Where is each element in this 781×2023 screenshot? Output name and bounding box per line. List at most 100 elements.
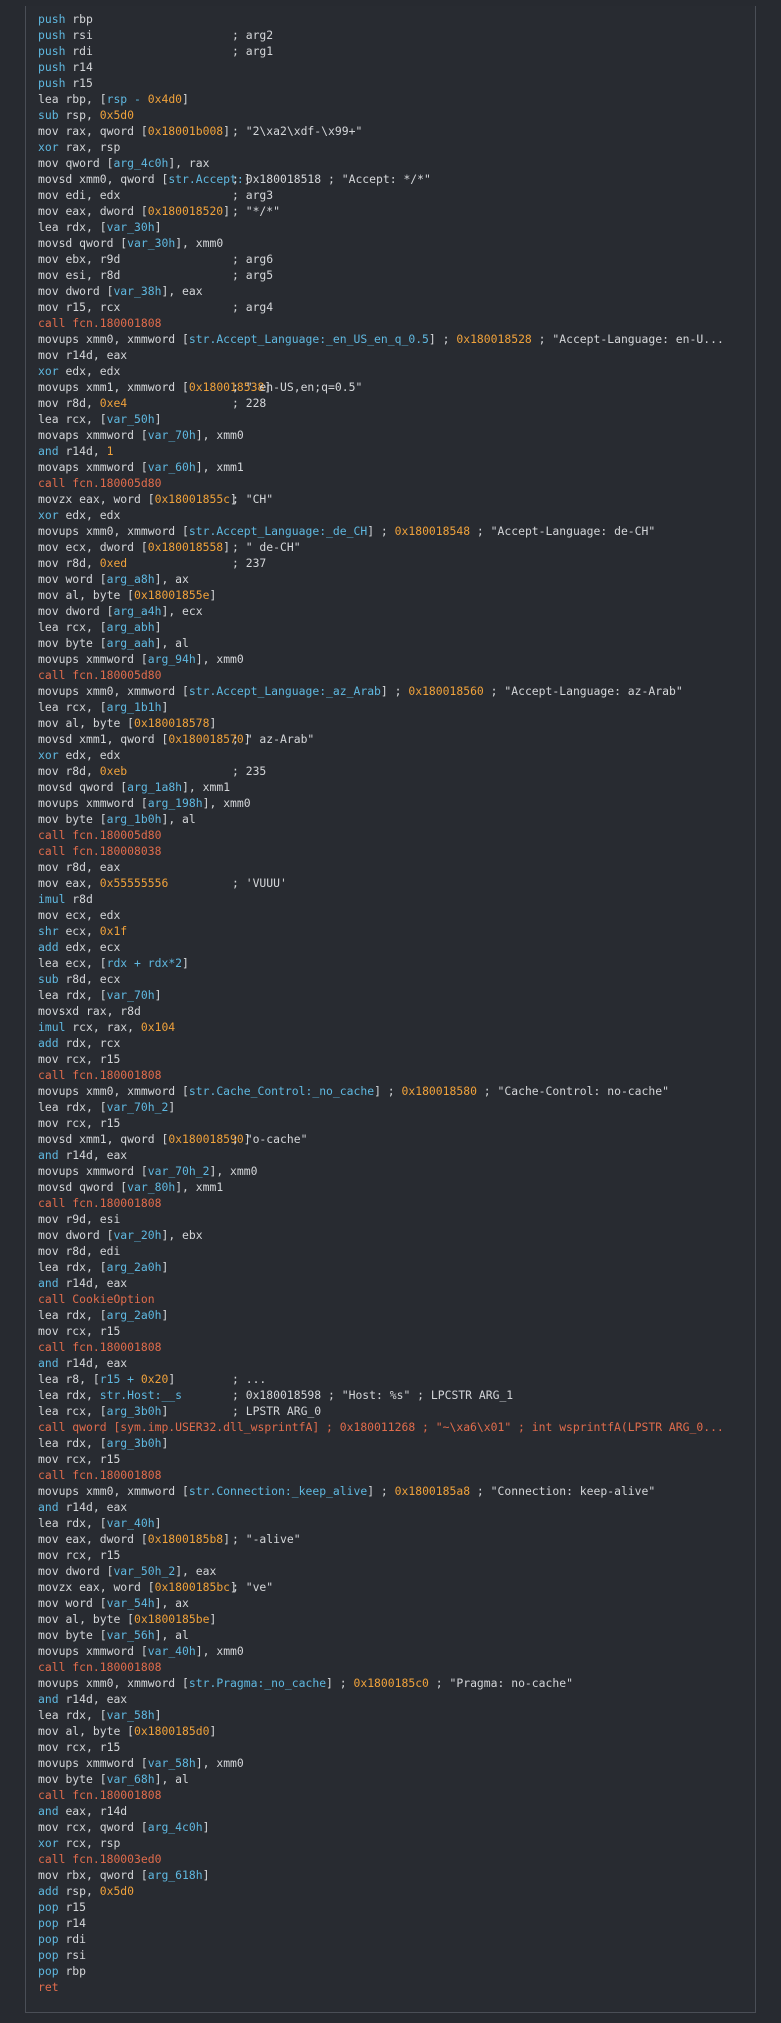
code-line[interactable]: push rdi ; arg1 <box>38 43 750 59</box>
code-line[interactable]: call fcn.180001808 <box>38 1067 750 1083</box>
code-line[interactable]: movaps xmmword [var_70h], xmm0 <box>38 427 750 443</box>
code-line[interactable]: shr ecx, 0x1f <box>38 923 750 939</box>
code-line[interactable]: sub r8d, ecx <box>38 971 750 987</box>
code-line[interactable]: push r15 <box>38 75 750 91</box>
assembly-listing[interactable]: push rbp push rsi; arg2 push rdi; arg1 push… <box>38 11 750 1995</box>
code-line[interactable]: movups xmmword [arg_198h], xmm0 <box>38 795 750 811</box>
code-line[interactable]: mov ecx, dword [0x180018558]; " de-CH" <box>38 539 750 555</box>
code-line[interactable]: lea rdx, [var_58h] <box>38 1707 750 1723</box>
code-line[interactable]: lea rdx, [var_70h] <box>38 987 750 1003</box>
code-line[interactable]: movups xmm0, xmmword [str.Accept_Languag… <box>38 683 750 699</box>
code-line[interactable]: mov eax, 0x55555556 ; 'VUUU' <box>38 875 750 891</box>
code-line[interactable]: and r14d, eax <box>38 1275 750 1291</box>
code-line[interactable]: xor rax, rsp <box>38 139 750 155</box>
code-line[interactable]: movsd xmm0, qword [str.Accept:]; 0x18001… <box>38 171 750 187</box>
code-line[interactable]: mov r9d, esi <box>38 1211 750 1227</box>
code-line[interactable]: lea ecx, [rdx + rdx*2] <box>38 955 750 971</box>
code-line[interactable]: mov byte [arg_aah], al <box>38 635 750 651</box>
code-line[interactable]: mov r8d, 0xed ; 237 <box>38 555 750 571</box>
code-line[interactable]: imul rcx, rax, 0x104 <box>38 1019 750 1035</box>
code-line[interactable]: mov dword [var_20h], ebx <box>38 1227 750 1243</box>
code-line[interactable]: call fcn.180001808 <box>38 1195 750 1211</box>
code-line[interactable]: mov dword [var_50h_2], eax <box>38 1563 750 1579</box>
code-line[interactable]: xor edx, edx <box>38 363 750 379</box>
code-line[interactable]: pop r15 <box>38 1899 750 1915</box>
code-line[interactable]: movaps xmmword [var_60h], xmm1 <box>38 459 750 475</box>
code-line[interactable]: lea r8, [r15 + 0x20] ; ... <box>38 1371 750 1387</box>
code-line[interactable]: movups xmm0, xmmword [str.Connection:_ke… <box>38 1483 750 1499</box>
code-line[interactable]: mov rcx, r15 <box>38 1323 750 1339</box>
code-line[interactable]: mov rcx, r15 <box>38 1115 750 1131</box>
code-line[interactable]: lea rcx, [var_50h] <box>38 411 750 427</box>
code-line[interactable]: call fcn.180005d80 <box>38 475 750 491</box>
code-line[interactable]: mov rcx, r15 <box>38 1739 750 1755</box>
code-line[interactable]: lea rdx, [var_40h] <box>38 1515 750 1531</box>
code-line[interactable]: mov byte [var_56h], al <box>38 1627 750 1643</box>
code-line[interactable]: mov esi, r8d ; arg5 <box>38 267 750 283</box>
code-line[interactable]: add edx, ecx <box>38 939 750 955</box>
code-line[interactable]: call fcn.180005d80 <box>38 667 750 683</box>
code-line[interactable]: xor rcx, rsp <box>38 1835 750 1851</box>
code-line[interactable]: add rsp, 0x5d0 <box>38 1883 750 1899</box>
code-line[interactable]: mov qword [arg_4c0h], rax <box>38 155 750 171</box>
code-line[interactable]: mov byte [var_68h], al <box>38 1771 750 1787</box>
code-line[interactable]: mov eax, dword [0x1800185b8]; "-alive" <box>38 1531 750 1547</box>
code-line[interactable]: movups xmm0, xmmword [str.Accept_Languag… <box>38 331 750 347</box>
code-line[interactable]: and r14d, eax <box>38 1355 750 1371</box>
code-line[interactable]: movups xmm0, xmmword [str.Cache_Control:… <box>38 1083 750 1099</box>
code-line[interactable]: mov rcx, r15 <box>38 1451 750 1467</box>
code-line[interactable]: sub rsp, 0x5d0 <box>38 107 750 123</box>
code-line[interactable]: mov rcx, qword [arg_4c0h] <box>38 1819 750 1835</box>
code-line[interactable]: movsxd rax, r8d <box>38 1003 750 1019</box>
code-line[interactable]: lea rcx, [arg_abh] <box>38 619 750 635</box>
code-line[interactable]: mov ecx, edx <box>38 907 750 923</box>
code-line[interactable]: lea rdx, [arg_2a0h] <box>38 1307 750 1323</box>
code-line[interactable]: xor edx, edx <box>38 507 750 523</box>
code-line[interactable]: mov ebx, r9d ; arg6 <box>38 251 750 267</box>
code-line[interactable]: push rsi ; arg2 <box>38 27 750 43</box>
code-line[interactable]: lea rdx, [var_30h] <box>38 219 750 235</box>
code-line[interactable]: movzx eax, word [0x18001855c]; "CH" <box>38 491 750 507</box>
code-line[interactable]: call fcn.180001808 <box>38 1787 750 1803</box>
code-line[interactable]: call CookieOption <box>38 1291 750 1307</box>
code-line[interactable]: lea rcx, [arg_1b1h] <box>38 699 750 715</box>
code-line[interactable]: movups xmmword [var_58h], xmm0 <box>38 1755 750 1771</box>
code-line[interactable]: call fcn.180001808 <box>38 1339 750 1355</box>
code-line[interactable]: and r14d, eax <box>38 1691 750 1707</box>
code-line[interactable]: imul r8d <box>38 891 750 907</box>
code-line[interactable]: ret <box>38 1979 750 1995</box>
code-line[interactable]: movsd qword [var_30h], xmm0 <box>38 235 750 251</box>
code-line[interactable]: mov r8d, 0xeb ; 235 <box>38 763 750 779</box>
code-line[interactable]: lea rdx, [arg_3b0h] <box>38 1435 750 1451</box>
code-line[interactable]: movups xmmword [arg_94h], xmm0 <box>38 651 750 667</box>
code-line[interactable]: mov rcx, r15 <box>38 1547 750 1563</box>
code-line[interactable]: mov word [arg_a8h], ax <box>38 571 750 587</box>
code-line[interactable]: mov byte [arg_1b0h], al <box>38 811 750 827</box>
code-line[interactable]: call fcn.180001808 <box>38 1467 750 1483</box>
code-line[interactable]: pop rsi <box>38 1947 750 1963</box>
code-line[interactable]: mov r14d, eax <box>38 347 750 363</box>
code-line[interactable]: call fcn.180003ed0 <box>38 1851 750 1867</box>
code-line[interactable]: mov al, byte [0x18001855e] <box>38 587 750 603</box>
code-line[interactable]: call fcn.180008038 <box>38 843 750 859</box>
code-line[interactable]: lea rdx, [var_70h_2] <box>38 1099 750 1115</box>
code-line[interactable]: add rdx, rcx <box>38 1035 750 1051</box>
code-line[interactable]: mov dword [var_38h], eax <box>38 283 750 299</box>
code-line[interactable]: mov al, byte [0x1800185d0] <box>38 1723 750 1739</box>
code-line[interactable]: mov r8d, eax <box>38 859 750 875</box>
code-line[interactable]: mov word [var_54h], ax <box>38 1595 750 1611</box>
code-line[interactable]: mov al, byte [0x180018578] <box>38 715 750 731</box>
code-line[interactable]: call fcn.180001808 <box>38 315 750 331</box>
code-line[interactable]: mov eax, dword [0x180018520]; "*/*" <box>38 203 750 219</box>
code-line[interactable]: mov al, byte [0x1800185be] <box>38 1611 750 1627</box>
code-line[interactable]: pop r14 <box>38 1915 750 1931</box>
code-line[interactable]: movups xmmword [var_40h], xmm0 <box>38 1643 750 1659</box>
code-line[interactable]: call fcn.180005d80 <box>38 827 750 843</box>
code-line[interactable]: lea rdx, [arg_2a0h] <box>38 1259 750 1275</box>
code-line[interactable]: call qword [sym.imp.USER32.dll_wsprintfA… <box>38 1419 750 1435</box>
code-line[interactable]: mov r8d, 0xe4 ; 228 <box>38 395 750 411</box>
code-line[interactable]: lea rdx, str.Host:__s ; 0x180018598 ; "Ho… <box>38 1387 750 1403</box>
code-line[interactable]: push r14 <box>38 59 750 75</box>
code-line[interactable]: movsd xmm1, qword [0x180018590]; "o-cach… <box>38 1131 750 1147</box>
code-line[interactable]: movsd xmm1, qword [0x180018570]; " az-Ar… <box>38 731 750 747</box>
